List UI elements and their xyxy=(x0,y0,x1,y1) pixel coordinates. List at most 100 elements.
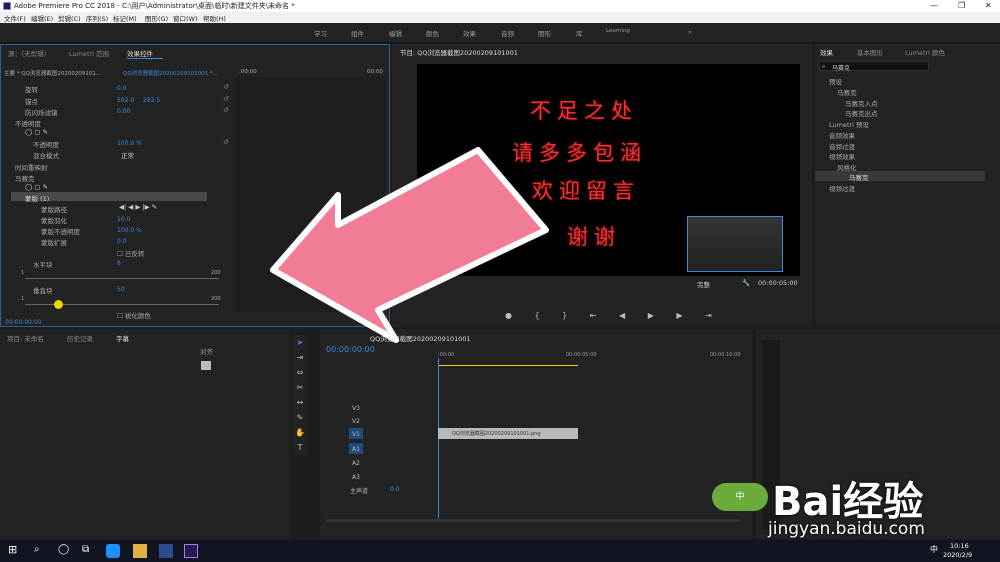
mask-label[interactable]: 蒙版 (1) xyxy=(25,193,49,203)
tab-lumetri-scopes[interactable]: Lumetri 范围 xyxy=(69,48,109,58)
ws-color[interactable]: 颜色 xyxy=(426,28,439,38)
shape-tools[interactable]: ◯ ▢ ✎ xyxy=(25,128,48,136)
track-a3[interactable]: A3 xyxy=(352,474,360,481)
ws-more-icon[interactable]: » xyxy=(688,28,692,36)
tree-item[interactable]: 音频效果 xyxy=(829,130,855,140)
ws-learn[interactable]: 学习 xyxy=(314,28,327,38)
menu-clip[interactable]: 剪辑(C) xyxy=(58,13,81,23)
video-clip[interactable]: QQ浏览器截图20200209101001.png xyxy=(438,428,578,439)
timeline-scrollbar[interactable] xyxy=(326,519,740,522)
app-icon[interactable] xyxy=(159,544,173,558)
razor-icon[interactable]: ✂ xyxy=(293,380,307,395)
rotation-value[interactable]: 0.0 xyxy=(117,85,127,92)
ws-audio[interactable]: 音频 xyxy=(501,28,514,38)
tree-item[interactable]: 马赛克出点 xyxy=(845,108,878,118)
ws-assembly[interactable]: 组件 xyxy=(351,28,364,38)
minimize-button[interactable]: — xyxy=(930,0,938,12)
type-icon[interactable]: T xyxy=(293,440,307,455)
menu-edit[interactable]: 编辑(E) xyxy=(31,13,53,23)
master-track-value[interactable]: 0.0 xyxy=(390,486,400,493)
slip-icon[interactable]: ↔ xyxy=(293,395,307,410)
color-swatch[interactable] xyxy=(201,361,211,370)
tree-item[interactable]: 视频过渡 xyxy=(829,183,855,193)
tab-captions[interactable]: 字幕 xyxy=(116,333,129,343)
antiflicker-value[interactable]: 0.00 xyxy=(117,108,130,115)
ws-libraries[interactable]: 库 xyxy=(576,28,583,38)
ws-effects[interactable]: 效果 xyxy=(463,28,476,38)
effects-search-field[interactable]: ⌕ 马赛克 xyxy=(819,61,929,72)
tree-item[interactable]: 视频效果 xyxy=(829,151,855,161)
menu-graphics[interactable]: 图形(G) xyxy=(145,13,168,23)
task-view-icon[interactable]: ⧉ xyxy=(82,544,89,555)
reset-icon[interactable]: ↺ xyxy=(223,106,229,114)
menu-marker[interactable]: 标记(M) xyxy=(113,13,137,23)
menu-file[interactable]: 文件(F) xyxy=(4,13,26,23)
work-area-bar[interactable] xyxy=(438,365,578,366)
ws-graphics[interactable]: 图形 xyxy=(538,28,551,38)
opacity-fx-label: 不透明度 xyxy=(15,120,41,128)
mask-path-controls[interactable]: ◀| ◀ ▶ |▶ ✎ xyxy=(119,203,157,211)
sharpen-checkbox[interactable]: ☐ 锐化颜色 xyxy=(117,310,151,320)
inverted-checkbox[interactable]: ☐ 已反转 xyxy=(117,248,144,258)
effect-controls-timecode[interactable]: 00:00:00:00 xyxy=(5,319,42,326)
shape-tools[interactable]: ◯ ▢ ✎ xyxy=(25,183,48,191)
tab-effect-controls[interactable]: 效果控件 xyxy=(127,48,153,58)
ws-learning[interactable]: Learning xyxy=(606,28,630,34)
blend-select[interactable]: 正常 xyxy=(121,150,134,160)
ime-indicator[interactable]: 中 xyxy=(930,544,938,555)
maximize-button[interactable]: ❐ xyxy=(958,0,965,12)
track-a2[interactable]: A2 xyxy=(352,460,360,467)
clock-date[interactable]: 2020/2/9 xyxy=(943,551,972,559)
close-button[interactable]: ✕ xyxy=(985,0,992,12)
menu-help[interactable]: 帮助(H) xyxy=(203,13,226,23)
anchor-x[interactable]: 502.0 xyxy=(117,97,134,104)
horizontal-blocks-slider[interactable] xyxy=(25,278,219,279)
tree-item[interactable]: Lumetri 预设 xyxy=(829,119,869,129)
tab-effects[interactable]: 效果 xyxy=(820,47,833,57)
cortana-icon[interactable]: ◯ xyxy=(58,544,69,555)
clock-time[interactable]: 10:16 xyxy=(950,542,969,550)
track-v3[interactable]: V3 xyxy=(352,405,360,412)
track-a1[interactable]: A1 xyxy=(352,446,360,453)
tree-item[interactable]: 马赛克 xyxy=(849,172,869,182)
tab-project[interactable]: 项目: 未命名 xyxy=(7,333,44,343)
tab-lumetri-color[interactable]: Lumetri 颜色 xyxy=(905,47,945,57)
menu-window[interactable]: 窗口(W) xyxy=(173,13,198,23)
wrench-icon[interactable]: 🔧 xyxy=(742,279,750,287)
tab-source[interactable]: 源：（无剪辑） xyxy=(8,48,50,58)
track-v2[interactable]: V2 xyxy=(352,418,360,425)
tab-history[interactable]: 历史记录 xyxy=(67,333,93,343)
tree-item[interactable]: 音频过渡 xyxy=(829,141,855,151)
mask-box[interactable] xyxy=(687,216,783,272)
horizontal-blocks-value[interactable]: 8 xyxy=(117,260,121,267)
browser-icon[interactable] xyxy=(106,544,120,558)
menu-sequence[interactable]: 序列(S) xyxy=(86,13,108,23)
mask-expand-value[interactable]: 0.0 xyxy=(117,238,127,245)
tree-item[interactable]: 马赛克 xyxy=(837,87,857,97)
track-v1[interactable]: V1 xyxy=(352,431,360,438)
mask-opacity-value[interactable]: 100.0 % xyxy=(117,227,142,234)
hand-icon[interactable]: ✋ xyxy=(293,425,307,440)
ripple-edit-icon[interactable]: ⇔ xyxy=(293,365,307,380)
opacity-value[interactable]: 100.0 % xyxy=(117,140,142,147)
premiere-taskbar-icon[interactable] xyxy=(184,544,198,558)
search-value[interactable]: 马赛克 xyxy=(832,63,850,72)
reset-icon[interactable]: ↺ xyxy=(223,95,229,103)
anchor-y[interactable]: 282.5 xyxy=(143,97,160,104)
effects-panel: 效果 基本图形 Lumetri 颜色 ⌕ 马赛克 预设 马赛克 马赛克入点 马赛… xyxy=(815,44,1000,327)
search-icon[interactable]: ⌕ xyxy=(34,544,40,555)
selected-row[interactable] xyxy=(815,171,985,181)
ws-editing[interactable]: 编辑 xyxy=(389,28,402,38)
file-explorer-icon[interactable] xyxy=(133,544,147,558)
tab-essential-graphics[interactable]: 基本图形 xyxy=(857,47,883,57)
fit-select[interactable]: 完整 xyxy=(697,279,710,289)
clip-label[interactable]: QQ浏览器截图20200209101001 *... xyxy=(123,69,218,77)
reset-icon[interactable]: ↺ xyxy=(223,83,229,91)
tree-item[interactable]: 预设 xyxy=(829,76,842,86)
tree-item[interactable]: 马赛克入点 xyxy=(845,98,878,108)
vertical-blocks-value[interactable]: 50 xyxy=(117,286,125,293)
pen-icon[interactable]: ✎ xyxy=(293,410,307,425)
mask-feather-value[interactable]: 10.0 xyxy=(117,216,130,223)
windows-start-icon[interactable]: ⊞ xyxy=(8,543,17,556)
program-timecode[interactable]: 00:00:05:00 xyxy=(758,279,798,287)
